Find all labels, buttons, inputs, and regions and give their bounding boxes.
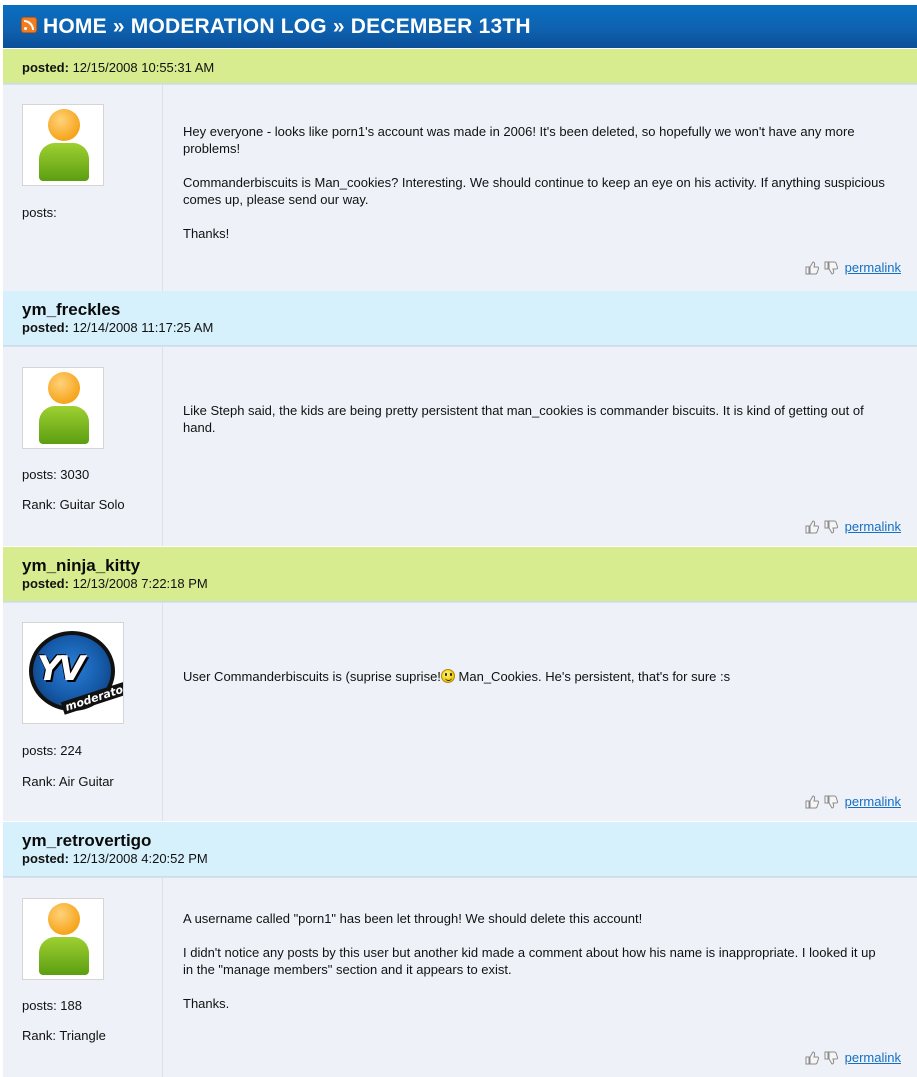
page-header: HOME » MODERATION LOG » DECEMBER 13TH (3, 5, 917, 48)
post-paragraph: Thanks! (183, 226, 230, 241)
posted-label: posted: (22, 576, 69, 591)
user-rank: Rank: Triangle (22, 1028, 106, 1043)
permalink-link[interactable]: permalink (845, 1050, 901, 1065)
yv-logo-text: YV (37, 649, 85, 689)
posted-line: posted: 12/14/2008 11:17:25 AM (22, 320, 917, 336)
user-rank: Rank: Guitar Solo (22, 497, 125, 512)
rss-icon[interactable] (21, 17, 37, 33)
avatar-body-icon (39, 406, 89, 444)
author-name[interactable]: ym_ninja_kitty (22, 556, 917, 576)
post-text: User Commanderbiscuits is (suprise supri… (183, 669, 441, 684)
posted-date: 12/13/2008 4:20:52 PM (72, 851, 208, 866)
post-body: posts: 188 Rank: Triangle A username cal… (3, 877, 917, 1077)
thumbs-up-icon[interactable] (805, 520, 819, 534)
post-body: YV moderator posts: 224 Rank: Air Guitar… (3, 602, 917, 821)
post-paragraph: Like Steph said, the kids are being pret… (183, 403, 864, 435)
post-header: ym_retrovertigo posted: 12/13/2008 4:20:… (3, 822, 917, 877)
posted-line: posted: 12/15/2008 10:55:31 AM (22, 60, 917, 76)
posted-date: 12/15/2008 10:55:31 AM (72, 60, 215, 75)
post-paragraph: Hey everyone - looks like porn1's accoun… (183, 124, 855, 156)
post-count: posts: 3030 (22, 467, 90, 482)
avatar-head-icon (48, 903, 80, 935)
post-count: posts: 188 (22, 998, 82, 1013)
thumbs-up-icon[interactable] (805, 1051, 819, 1065)
post-paragraph: User Commanderbiscuits is (suprise supri… (183, 668, 887, 685)
posted-line: posted: 12/13/2008 7:22:18 PM (22, 576, 917, 592)
avatar[interactable] (22, 367, 104, 449)
post: ym_retrovertigo posted: 12/13/2008 4:20:… (3, 822, 917, 1077)
post-paragraph: I didn't notice any posts by this user b… (183, 945, 876, 977)
posted-date: 12/14/2008 11:17:25 AM (72, 320, 214, 335)
breadcrumb[interactable]: HOME » MODERATION LOG » DECEMBER 13TH (43, 15, 531, 39)
permalink-link[interactable]: permalink (845, 519, 901, 534)
wink-smiley-icon (440, 669, 455, 683)
author-name[interactable]: ym_retrovertigo (22, 831, 917, 851)
post-count: posts: (22, 205, 57, 220)
posted-label: posted: (22, 851, 69, 866)
thumbs-down-icon[interactable] (824, 1051, 838, 1065)
avatar-body-icon (39, 937, 89, 975)
avatar-body-icon (39, 143, 89, 181)
post-body: posts: 3030 Rank: Guitar Solo Like Steph… (3, 346, 917, 546)
post-actions: permalink (805, 519, 901, 534)
post-paragraph: Thanks. (183, 996, 230, 1011)
permalink-link[interactable]: permalink (845, 794, 901, 809)
avatar[interactable] (22, 104, 104, 186)
permalink-link[interactable]: permalink (845, 260, 901, 275)
author-name[interactable]: ym_freckles (22, 300, 917, 320)
avatar[interactable] (22, 898, 104, 980)
post-text: Man_Cookies. He's persistent, that's for… (454, 669, 731, 684)
post-content: Like Steph said, the kids are being pret… (183, 402, 887, 453)
posted-label: posted: (22, 60, 69, 75)
avatar-head-icon (48, 372, 80, 404)
thumbs-down-icon[interactable] (824, 795, 838, 809)
post: ym_freckles posted: 12/14/2008 11:17:25 … (3, 291, 917, 546)
post: ym_ninja_kitty posted: 12/13/2008 7:22:1… (3, 547, 917, 821)
post-header: ym_ninja_kitty posted: 12/13/2008 7:22:1… (3, 547, 917, 602)
post-content: Hey everyone - looks like porn1's accoun… (183, 123, 887, 259)
post-actions: permalink (805, 794, 901, 809)
post-actions: permalink (805, 1050, 901, 1065)
avatar-head-icon (48, 109, 80, 141)
post-content: User Commanderbiscuits is (suprise supri… (183, 668, 887, 702)
thumbs-down-icon[interactable] (824, 520, 838, 534)
thumbs-up-icon[interactable] (805, 795, 819, 809)
post-paragraph: A username called "porn1" has been let t… (183, 911, 643, 926)
posted-date: 12/13/2008 7:22:18 PM (72, 576, 208, 591)
post-header: ym_freckles posted: 12/14/2008 11:17:25 … (3, 291, 917, 346)
post: posted: 12/15/2008 10:55:31 AM posts: He… (3, 49, 917, 291)
thumbs-down-icon[interactable] (824, 261, 838, 275)
posted-label: posted: (22, 320, 69, 335)
post-paragraph: Commanderbiscuits is Man_cookies? Intere… (183, 175, 885, 207)
thumbs-up-icon[interactable] (805, 261, 819, 275)
post-body: posts: Hey everyone - looks like porn1's… (3, 84, 917, 291)
post-count: posts: 224 (22, 743, 82, 758)
post-header: posted: 12/15/2008 10:55:31 AM (3, 49, 917, 84)
post-actions: permalink (805, 260, 901, 275)
posted-line: posted: 12/13/2008 4:20:52 PM (22, 851, 917, 867)
avatar[interactable]: YV moderator (22, 622, 124, 724)
post-content: A username called "porn1" has been let t… (183, 910, 887, 1029)
user-rank: Rank: Air Guitar (22, 774, 114, 789)
